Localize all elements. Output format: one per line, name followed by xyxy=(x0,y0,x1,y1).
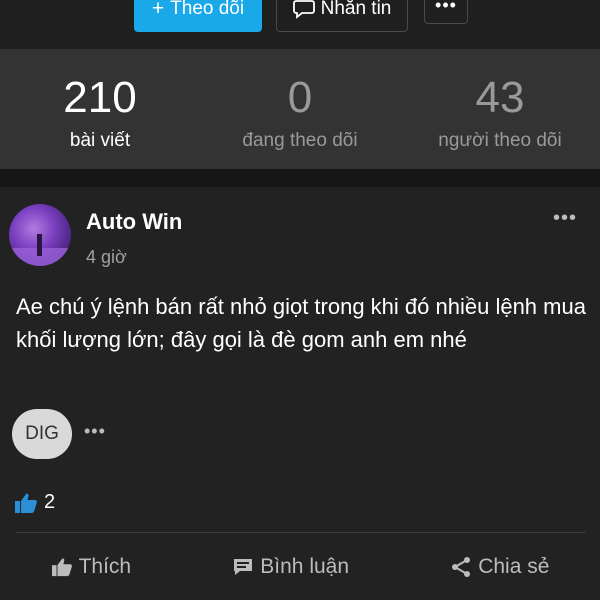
section-divider xyxy=(0,169,600,187)
speech-bubble-icon xyxy=(292,0,315,19)
post-content: Ae chú ý lệnh bán rất nhỏ giọt trong khi… xyxy=(16,294,586,352)
share-icon xyxy=(452,557,471,577)
actions-divider xyxy=(16,532,586,533)
more-options-button[interactable]: ••• xyxy=(424,0,468,24)
avatar[interactable] xyxy=(9,204,71,266)
share-button[interactable]: Chia sẻ xyxy=(450,555,549,579)
like-button[interactable]: Thích xyxy=(51,555,132,579)
like-count-value: 2 xyxy=(44,491,56,513)
stat-posts-value: 210 xyxy=(63,73,137,122)
like-label: Thích xyxy=(78,555,132,578)
profile-stats: 210 bài viết 0 đang theo dõi 43 người th… xyxy=(0,49,600,169)
stat-following[interactable]: 0 đang theo dõi xyxy=(200,49,400,169)
stat-posts-label: bài viết xyxy=(69,130,131,151)
post-more-button[interactable]: ••• xyxy=(553,207,577,230)
comment-icon xyxy=(234,559,253,575)
post-author[interactable]: Auto Win xyxy=(86,209,182,235)
profile-action-bar: + Theo dõi Nhắn tin ••• xyxy=(0,0,600,48)
follow-label: Theo dõi xyxy=(170,0,245,19)
post-card: Auto Win 4 giờ ••• Ae chú ý lệnh bán rất… xyxy=(0,187,600,600)
stat-posts[interactable]: 210 bài viết xyxy=(0,49,200,169)
plus-icon: + xyxy=(151,0,165,20)
stat-following-value: 0 xyxy=(287,73,313,122)
thumbs-up-icon xyxy=(51,558,72,577)
like-count[interactable]: 2 xyxy=(14,491,55,514)
comment-button[interactable]: Bình luận xyxy=(232,555,349,579)
post-time: 4 giờ xyxy=(86,247,127,267)
stat-followers-label: người theo dõi xyxy=(438,130,562,151)
follow-button[interactable]: + Theo dõi xyxy=(134,0,262,32)
stat-following-label: đang theo dõi xyxy=(242,130,358,151)
message-button[interactable]: Nhắn tin xyxy=(276,0,408,32)
stock-tag-button[interactable]: DIG xyxy=(12,409,72,459)
message-label: Nhắn tin xyxy=(320,0,392,19)
comment-label: Bình luận xyxy=(260,555,350,578)
share-label: Chia sẻ xyxy=(478,555,550,578)
avatar-tree xyxy=(37,234,42,256)
stat-followers[interactable]: 43 người theo dõi xyxy=(400,49,600,169)
tag-more-button[interactable]: ••• xyxy=(84,421,106,442)
post-actions: Thích Bình luận Chia sẻ xyxy=(0,547,600,587)
thumbs-up-icon xyxy=(15,493,37,513)
stat-followers-value: 43 xyxy=(475,73,525,122)
